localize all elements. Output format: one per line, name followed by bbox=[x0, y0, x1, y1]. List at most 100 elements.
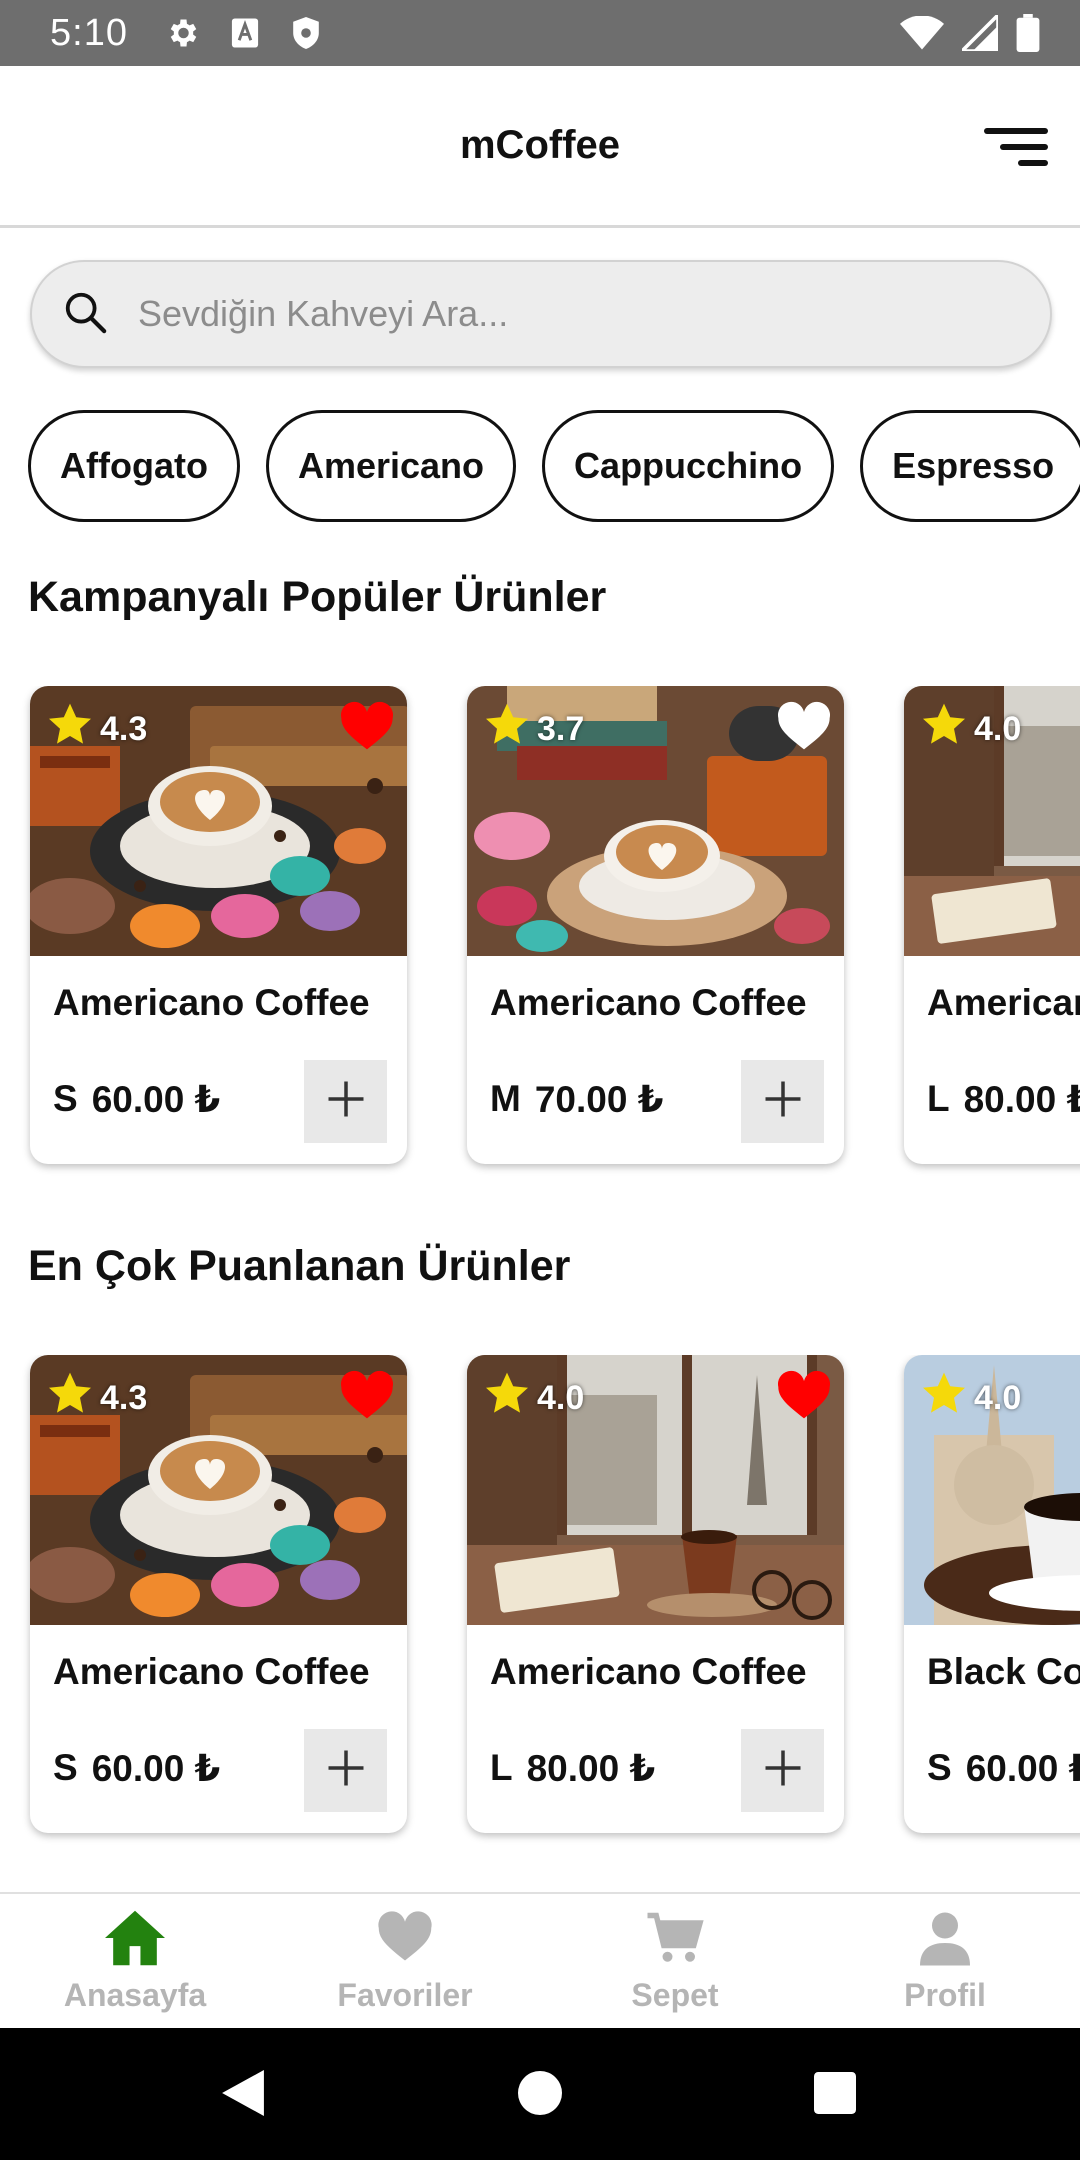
favorite-heart-icon[interactable] bbox=[776, 1369, 832, 1426]
product-card[interactable]: 4.0 Black Coffee S 60.00 ₺ bbox=[904, 1355, 1080, 1833]
section-title-top-rated: En Çok Puanlanan Ürünler bbox=[28, 1242, 571, 1290]
nav-label: Profil bbox=[904, 1977, 986, 2013]
product-name: Americano Coffee bbox=[53, 982, 370, 1023]
bottom-navigation: Anasayfa Favoriler Sepet Profil bbox=[0, 1892, 1080, 2028]
status-time: 5:10 bbox=[50, 11, 128, 54]
rating: 4.3 bbox=[46, 1371, 147, 1426]
nav-item-favorites[interactable]: Favoriler bbox=[270, 1894, 540, 2028]
chip-americano[interactable]: Americano bbox=[265, 410, 517, 522]
person-icon bbox=[915, 1908, 975, 1973]
product-card[interactable]: 4.0 Americano Coffee L 80.00 ₺ bbox=[467, 1355, 844, 1833]
product-image: 4.0 bbox=[467, 1355, 844, 1625]
search-icon bbox=[62, 289, 108, 340]
add-to-cart-button[interactable] bbox=[304, 1060, 387, 1143]
product-row-top-rated: 4.3 Americano Coffee S 60.00 ₺ 4.0 Americano… bbox=[0, 1355, 1080, 1855]
search-input[interactable] bbox=[138, 293, 1018, 335]
product-image: 3.7 bbox=[467, 686, 844, 956]
nav-label: Favoriler bbox=[337, 1977, 473, 2013]
product-price-row: S 60.00 ₺ bbox=[53, 1078, 220, 1121]
font-app-icon bbox=[230, 17, 260, 49]
rating: 4.0 bbox=[920, 702, 1021, 757]
product-price-row: S 60.00 ₺ bbox=[53, 1747, 220, 1790]
star-icon bbox=[483, 702, 531, 757]
product-price-row: S 60.00 ₺ bbox=[927, 1747, 1080, 1790]
product-size: S bbox=[53, 1747, 78, 1788]
search-bar[interactable] bbox=[30, 260, 1052, 368]
cellular-signal-icon bbox=[962, 15, 998, 51]
settings-gear-icon bbox=[164, 15, 200, 51]
nav-item-cart[interactable]: Sepet bbox=[540, 1894, 810, 2028]
shield-icon bbox=[290, 15, 322, 51]
product-name: Americano Coffee bbox=[53, 1651, 370, 1692]
product-image: 4.3 bbox=[30, 1355, 407, 1625]
section-title-popular: Kampanyalı Popüler Ürünler bbox=[28, 573, 607, 621]
nav-label: Sepet bbox=[631, 1977, 719, 2013]
cart-icon bbox=[645, 1908, 705, 1973]
rating: 4.0 bbox=[483, 1371, 584, 1426]
wifi-icon bbox=[900, 16, 944, 50]
plus-icon bbox=[325, 1747, 367, 1794]
star-icon bbox=[46, 1371, 94, 1426]
back-triangle-icon[interactable] bbox=[222, 2070, 264, 2116]
product-name: Black Coffee bbox=[927, 1651, 1080, 1692]
plus-icon bbox=[325, 1078, 367, 1125]
add-to-cart-button[interactable] bbox=[741, 1060, 824, 1143]
product-card[interactable]: 3.7 Americano Coffee M 70.00 ₺ bbox=[467, 686, 844, 1164]
app-bar: mCoffee bbox=[0, 66, 1080, 228]
plus-icon bbox=[762, 1078, 804, 1125]
rating-value: 4.0 bbox=[537, 1379, 585, 1417]
product-price-row: L 80.00 ₺ bbox=[490, 1747, 655, 1790]
status-bar: 5:10 bbox=[0, 0, 1080, 66]
heart-icon bbox=[375, 1908, 435, 1973]
rating-value: 4.3 bbox=[100, 1379, 148, 1417]
filter-menu-icon[interactable] bbox=[980, 122, 1052, 172]
app-title: mCoffee bbox=[459, 123, 621, 167]
product-price: 80.00 ₺ bbox=[963, 1079, 1080, 1120]
product-row-popular: 4.3 Americano Coffee S 60.00 ₺ 3.7 Americano… bbox=[0, 686, 1080, 1186]
system-navigation-bar bbox=[0, 2028, 1080, 2160]
rating: 3.7 bbox=[483, 702, 584, 757]
rating: 4.3 bbox=[46, 702, 147, 757]
product-card[interactable]: 4.3 Americano Coffee S 60.00 ₺ bbox=[30, 686, 407, 1164]
add-to-cart-button[interactable] bbox=[741, 1729, 824, 1812]
favorite-heart-icon[interactable] bbox=[339, 700, 395, 757]
product-image: 4.3 bbox=[30, 686, 407, 956]
product-name: Americano Coffee bbox=[927, 982, 1080, 1023]
rating-value: 4.0 bbox=[974, 1379, 1022, 1417]
product-image: 4.0 bbox=[904, 686, 1080, 956]
nav-item-home[interactable]: Anasayfa bbox=[0, 1894, 270, 2028]
rating-value: 4.0 bbox=[974, 710, 1022, 748]
product-price-row: L 80.00 ₺ bbox=[927, 1078, 1080, 1121]
product-price: 60.00 ₺ bbox=[965, 1748, 1080, 1789]
product-name: Americano Coffee bbox=[490, 1651, 807, 1692]
product-image: 4.0 bbox=[904, 1355, 1080, 1625]
star-icon bbox=[920, 1371, 968, 1426]
rating-value: 4.3 bbox=[100, 710, 148, 748]
star-icon bbox=[483, 1371, 531, 1426]
home-circle-icon[interactable] bbox=[518, 2071, 562, 2115]
product-price: 70.00 ₺ bbox=[534, 1079, 664, 1120]
rating-value: 3.7 bbox=[537, 710, 585, 748]
add-to-cart-button[interactable] bbox=[304, 1729, 387, 1812]
recents-square-icon[interactable] bbox=[814, 2072, 856, 2114]
chip-espresso[interactable]: Espresso bbox=[860, 410, 1080, 522]
nav-label: Anasayfa bbox=[63, 1977, 207, 2013]
favorite-heart-icon[interactable] bbox=[776, 700, 832, 757]
product-card[interactable]: 4.0 Americano Coffee L 80.00 ₺ bbox=[904, 686, 1080, 1164]
product-size: L bbox=[927, 1078, 950, 1119]
product-card[interactable]: 4.3 Americano Coffee S 60.00 ₺ bbox=[30, 1355, 407, 1833]
star-icon bbox=[920, 702, 968, 757]
plus-icon bbox=[762, 1747, 804, 1794]
home-icon bbox=[102, 1908, 168, 1973]
rating: 4.0 bbox=[920, 1371, 1021, 1426]
product-price-row: M 70.00 ₺ bbox=[490, 1078, 663, 1121]
chip-cappucchino[interactable]: Cappucchino bbox=[542, 410, 835, 522]
product-price: 60.00 ₺ bbox=[91, 1079, 221, 1120]
product-price: 80.00 ₺ bbox=[526, 1748, 656, 1789]
chip-affogato[interactable]: Affogato bbox=[28, 410, 240, 522]
favorite-heart-icon[interactable] bbox=[339, 1369, 395, 1426]
star-icon bbox=[46, 702, 94, 757]
product-size: M bbox=[490, 1078, 521, 1119]
product-size: S bbox=[927, 1747, 952, 1788]
nav-item-profile[interactable]: Profil bbox=[810, 1894, 1080, 2028]
